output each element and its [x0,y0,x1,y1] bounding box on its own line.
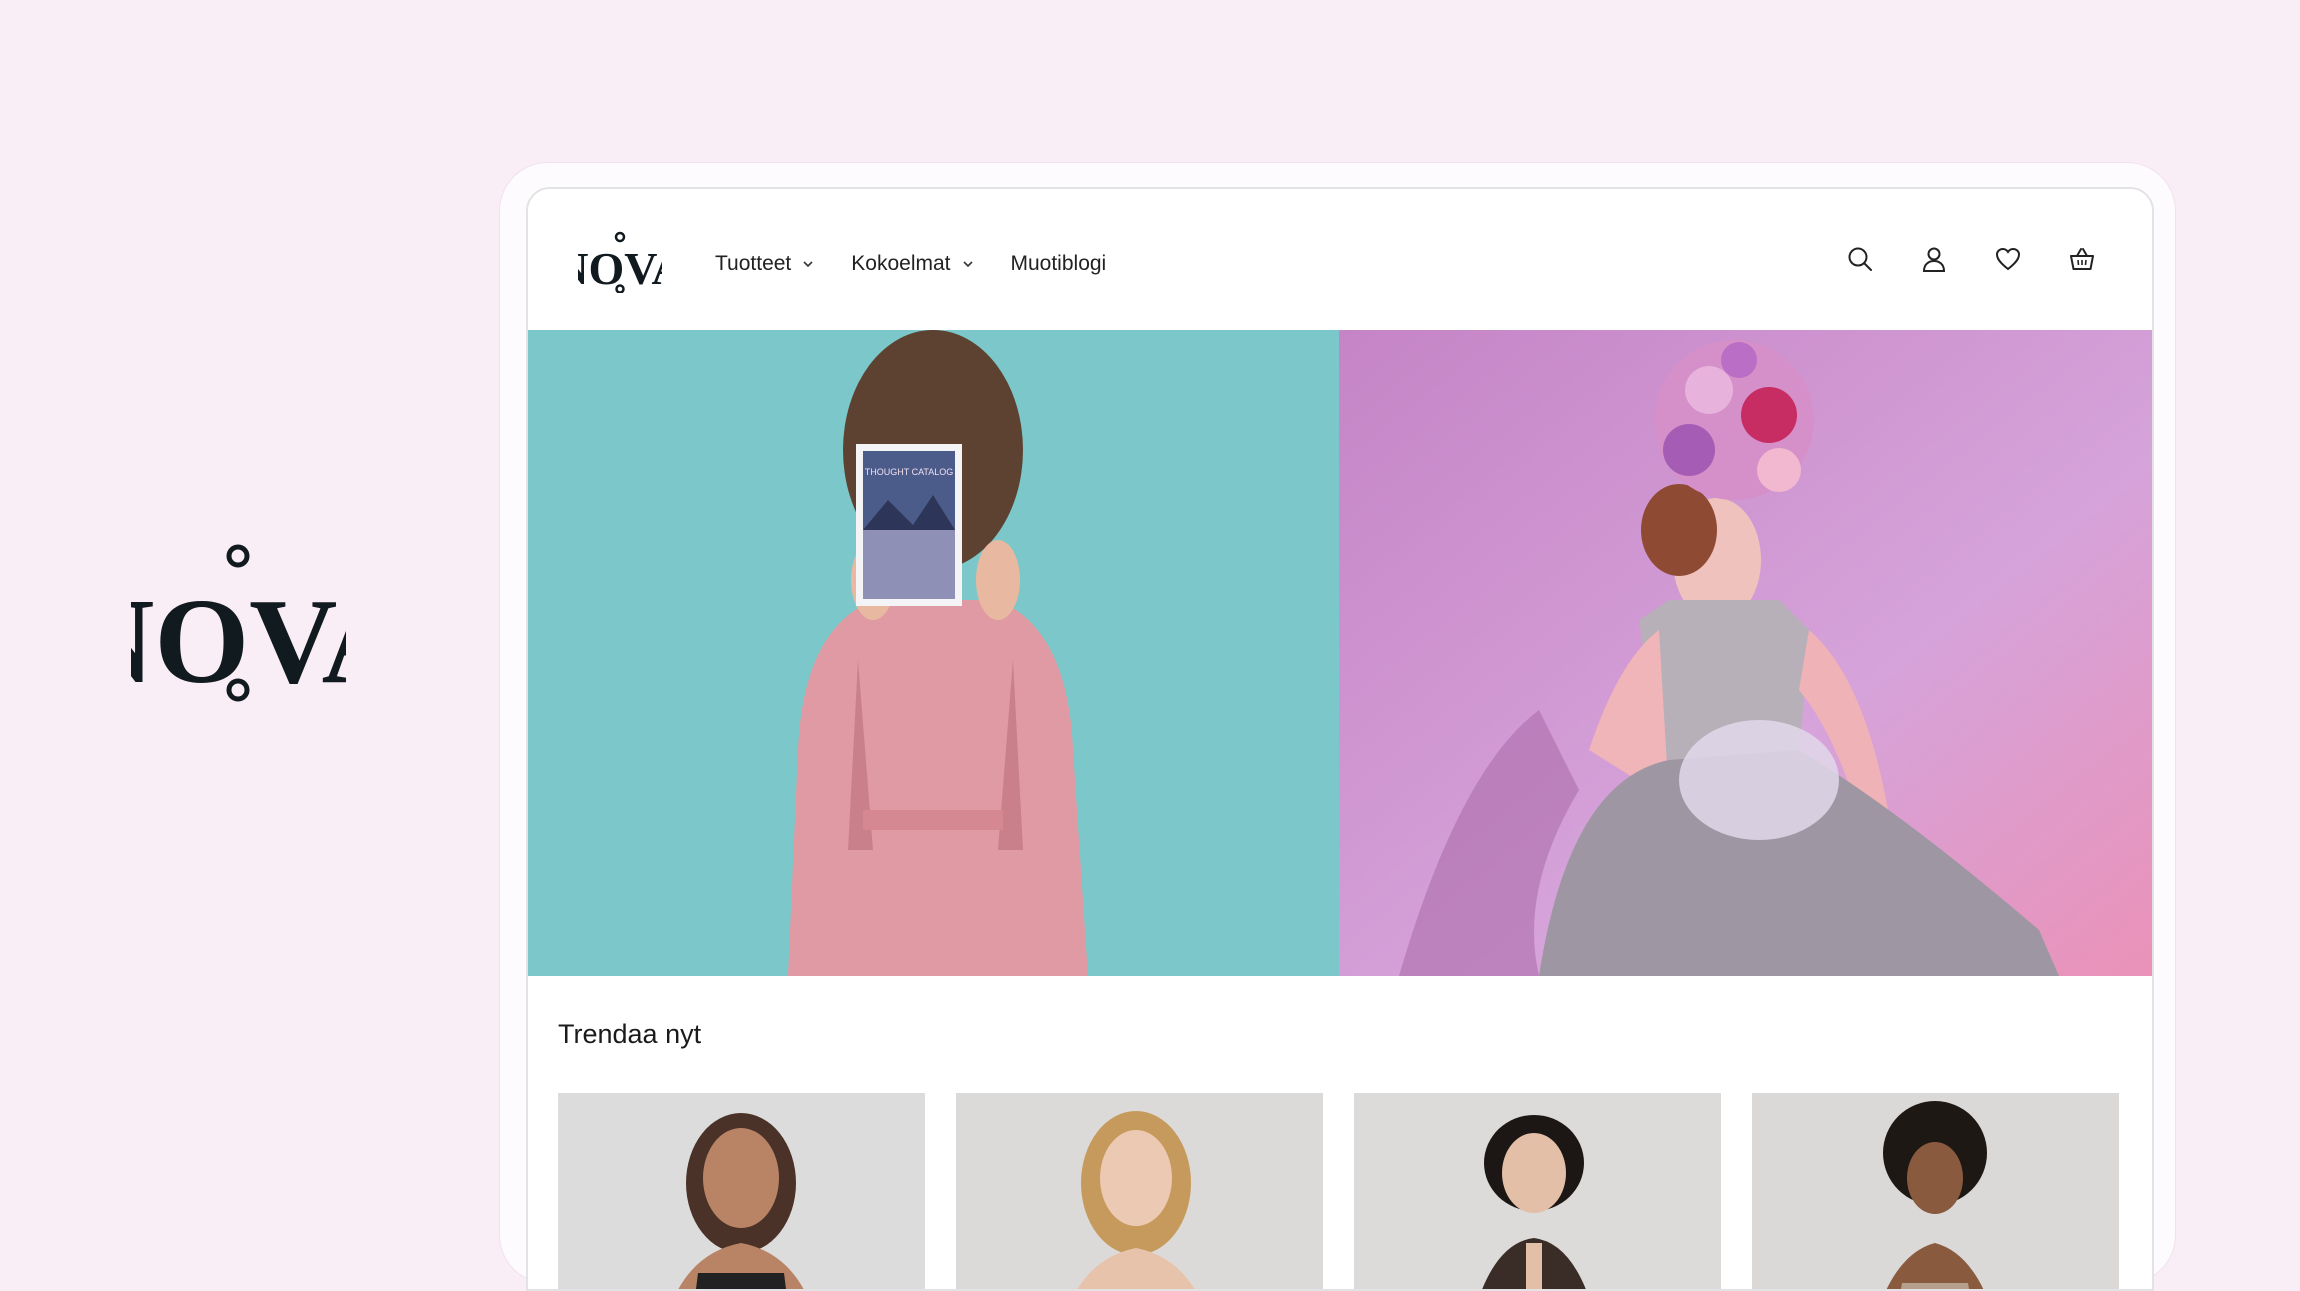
brand-logo-large: NOVA [66,540,410,709]
main-nav: Tuotteet Kokoelmat Muotiblogi [715,252,1142,276]
nav-item-label: Kokoelmat [851,252,951,275]
user-icon[interactable] [1920,245,1948,273]
search-icon[interactable] [1846,245,1874,273]
nav-item-muotiblogi[interactable]: Muotiblogi [1011,252,1107,276]
site-header: NOVA Tuotteet Kokoelmat Muotiblogi [528,189,2152,331]
chevron-down-icon [803,261,813,268]
product-card[interactable] [1354,1093,1721,1289]
header-logo[interactable]: NOVA [555,231,685,294]
nav-item-kokoelmat[interactable]: Kokoelmat [851,252,974,276]
product-cards [558,1093,2119,1289]
nav-item-tuotteet[interactable]: Tuotteet [715,252,815,276]
hero-banner[interactable]: THOUGHT CATALOG [528,330,2152,976]
trending-title: Trendaa nyt [558,1019,702,1049]
nav-item-label: Muotiblogi [1010,252,1107,275]
header-icons [1846,245,2096,273]
product-card[interactable] [1752,1093,2119,1289]
hero-image-right[interactable] [1339,330,2152,976]
brand-logo-text: NOVA [131,574,346,705]
browser-window: NOVA Tuotteet Kokoelmat Muotiblogi [526,187,2154,1291]
chevron-down-icon [962,261,973,268]
basket-icon[interactable] [2068,245,2096,273]
nav-item-label: Tuotteet [715,252,792,275]
product-card[interactable] [558,1093,925,1289]
heart-icon[interactable] [1994,245,2022,273]
product-card[interactable] [956,1093,1323,1289]
hero-image-left[interactable]: THOUGHT CATALOG [528,330,1339,976]
magazine-title: THOUGHT CATALOG [865,467,954,477]
